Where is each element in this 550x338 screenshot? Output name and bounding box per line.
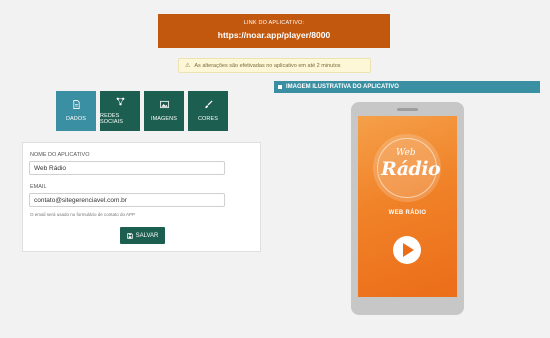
app-name-value: Web Rádio [34,164,67,172]
info-alert: ⚠ As alterações são efetivadas no aplica… [178,58,371,73]
alert-text: As alterações são efetivadas no aplicati… [194,62,341,69]
save-label: SALVAR [135,232,159,239]
email-value: contato@sitegerenciavel.com.br [34,196,127,204]
preview-header-text: IMAGEM ILUSTRATIVA DO APLICATIVO [286,84,399,90]
image-icon [159,100,169,109]
document-icon [72,100,81,109]
save-button[interactable]: SALVAR [120,227,165,244]
tab-dados[interactable]: DADOS [56,91,96,131]
logo-web-text: Web [396,148,416,158]
tab-label: DADOS [65,116,87,122]
brush-icon [204,100,213,109]
play-icon [403,243,414,257]
floppy-disk-icon [126,232,133,239]
tab-label: REDES SOCIAIS [100,113,124,125]
tab-cores[interactable]: CORES [188,91,228,131]
email-input[interactable]: contato@sitegerenciavel.com.br [29,193,225,207]
phone-mockup: Web Rádio WEB RÁDIO [351,102,464,315]
square-bullet-icon [278,85,282,89]
tab-redes-sociais[interactable]: REDES SOCIAIS [100,91,140,131]
phone-speaker [397,108,418,111]
phone-screen: Web Rádio WEB RÁDIO [358,116,457,297]
tab-imagens[interactable]: IMAGENS [144,91,184,131]
logo-radio-text: Rádio [381,158,441,180]
radio-logo: Web Rádio [373,134,441,202]
app-link-label: LINK DO APLICATIVO: [243,20,305,26]
warning-icon: ⚠ [185,63,191,69]
app-link-url[interactable]: https://noar.app/player/8000 [158,30,390,40]
tab-label: CORES [197,116,219,122]
email-label: EMAIL [30,184,47,190]
app-name-input[interactable]: Web Rádio [29,161,225,175]
app-name-label: NOME DO APLICATIVO [30,152,90,158]
tab-label: IMAGENS [150,116,178,122]
play-button[interactable] [393,236,421,264]
email-help-text: O email será usado no formulário de cont… [30,212,136,217]
share-icon [116,97,125,106]
preview-app-name: WEB RÁDIO [388,210,427,216]
preview-header: IMAGEM ILUSTRATIVA DO APLICATIVO [274,81,540,93]
app-link-banner: LINK DO APLICATIVO: https://noar.app/pla… [158,14,390,48]
app-settings-form: NOME DO APLICATIVO Web Rádio EMAIL conta… [22,142,261,252]
settings-tabs: DADOS REDES SOCIAIS IMAGENS CORES [56,91,228,131]
